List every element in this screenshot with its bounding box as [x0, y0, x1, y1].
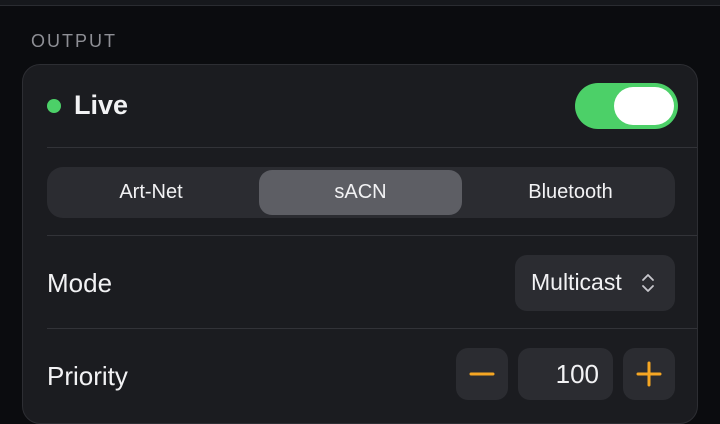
output-card: Live Art-Net sACN Bluetooth Mode Multica…	[22, 64, 698, 424]
live-row: Live	[23, 65, 697, 147]
mode-select-value: Multicast	[531, 269, 622, 295]
section-header-output: OUTPUT	[31, 31, 117, 51]
live-label: Live	[74, 90, 129, 120]
plus-icon	[636, 361, 662, 387]
segment-art-net[interactable]: Art-Net	[50, 170, 252, 215]
divider	[47, 328, 697, 329]
mode-select[interactable]: Multicast	[515, 255, 675, 311]
priority-label: Priority	[47, 361, 128, 391]
divider	[47, 147, 697, 148]
mode-label: Mode	[47, 268, 113, 298]
segment-bluetooth[interactable]: Bluetooth	[469, 170, 672, 215]
priority-decrement-button[interactable]	[456, 348, 508, 400]
minus-icon	[469, 372, 495, 376]
priority-increment-button[interactable]	[623, 348, 675, 400]
top-divider	[0, 0, 720, 6]
divider	[47, 235, 697, 236]
chevron-up-down-icon	[642, 274, 654, 292]
priority-value[interactable]: 100	[518, 348, 613, 400]
live-status-dot	[47, 99, 61, 113]
segment-sacn[interactable]: sACN	[259, 170, 462, 215]
protocol-segmented-control: Art-Net sACN Bluetooth	[47, 167, 675, 218]
live-toggle[interactable]	[575, 83, 678, 129]
toggle-knob[interactable]	[614, 87, 674, 125]
